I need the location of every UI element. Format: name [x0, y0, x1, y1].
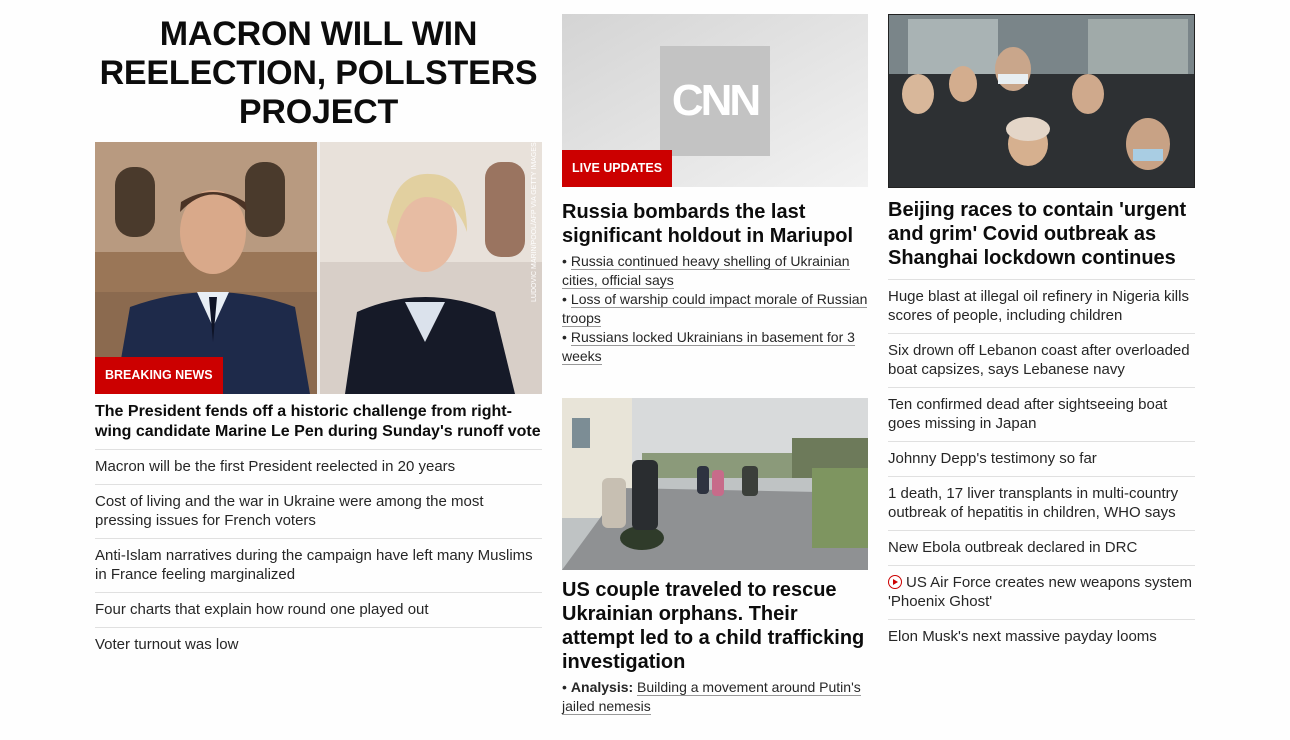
list-item[interactable]: • Russians locked Ukrainians in basement … — [562, 328, 868, 366]
live-updates-badge: LIVE UPDATES — [562, 150, 673, 187]
list-item-video[interactable]: US Air Force creates new weapons system … — [888, 565, 1195, 619]
list-item[interactable]: Elon Musk's next massive payday looms — [888, 619, 1195, 654]
list-item[interactable]: Six drown off Lebanon coast after overlo… — [888, 333, 1195, 387]
list-item[interactable]: 1 death, 17 liver transplants in multi-c… — [888, 476, 1195, 530]
list-item[interactable]: Ten confirmed dead after sightseeing boa… — [888, 387, 1195, 441]
top-story-list: Macron will be the first President reele… — [95, 449, 542, 662]
list-item[interactable]: • Russia continued heavy shelling of Ukra… — [562, 252, 868, 290]
bullet-link[interactable]: Russians locked Ukrainians in basement f… — [562, 329, 855, 365]
list-item[interactable]: Voter turnout was low — [95, 627, 542, 662]
list-item[interactable]: New Ebola outbreak declared in DRC — [888, 530, 1195, 565]
list-item[interactable]: Johnny Depp's testimony so far — [888, 441, 1195, 476]
macron-lepen-photo[interactable]: LUDOVIC MARIN/POOL/AFP VIA GETTY IMAGES … — [95, 142, 542, 394]
list-item[interactable]: Four charts that explain how round one p… — [95, 592, 542, 627]
orphans-headline[interactable]: US couple traveled to rescue Ukrainian o… — [562, 578, 868, 674]
photo-credit: LUDOVIC MARIN/POOL/AFP VIA GETTY IMAGES — [531, 142, 538, 302]
list-item[interactable]: Huge blast at illegal oil refinery in Ni… — [888, 279, 1195, 333]
mariupol-bullets: • Russia continued heavy shelling of Ukra… — [562, 252, 868, 366]
lead-story-headline[interactable]: The President fends off a historic chall… — [95, 402, 542, 442]
bus-passengers-image — [888, 14, 1195, 188]
world-story-list: Huge blast at illegal oil refinery in Ni… — [888, 279, 1195, 654]
cnn-logo-card[interactable]: CNN LIVE UPDATES — [562, 14, 868, 187]
banner-headline[interactable]: MACRON WILL WIN REELECTION, POLLSTERS PR… — [95, 14, 542, 132]
cnn-logo-icon: CNN — [672, 76, 759, 125]
breaking-news-badge: BREAKING NEWS — [95, 357, 223, 394]
world-column: Beijing races to contain 'urgent and gri… — [888, 14, 1195, 654]
list-item[interactable]: Macron will be the first President reele… — [95, 449, 542, 484]
analysis-item[interactable]: • Analysis: Building a movement around Pu… — [562, 678, 868, 716]
children-playing-image — [562, 398, 868, 570]
list-item[interactable]: • Loss of warship could impact morale of … — [562, 290, 868, 328]
analysis-label: Analysis: — [570, 679, 634, 695]
list-item[interactable]: Anti-Islam narratives during the campaig… — [95, 538, 542, 592]
bullet-link[interactable]: Russia continued heavy shelling of Ukrai… — [562, 253, 850, 289]
list-item[interactable]: Cost of living and the war in Ukraine we… — [95, 484, 542, 538]
orphans-photo[interactable] — [562, 398, 868, 570]
beijing-photo[interactable] — [888, 14, 1195, 188]
ukraine-column: CNN LIVE UPDATES Russia bombards the las… — [562, 14, 868, 716]
video-story-label: US Air Force creates new weapons system … — [888, 574, 1192, 610]
bullet-link[interactable]: Loss of warship could impact morale of R… — [562, 291, 868, 327]
top-story-column: MACRON WILL WIN REELECTION, POLLSTERS PR… — [95, 14, 542, 662]
play-icon — [888, 575, 902, 589]
beijing-headline[interactable]: Beijing races to contain 'urgent and gri… — [888, 198, 1195, 270]
mariupol-headline[interactable]: Russia bombards the last significant hol… — [562, 200, 868, 248]
